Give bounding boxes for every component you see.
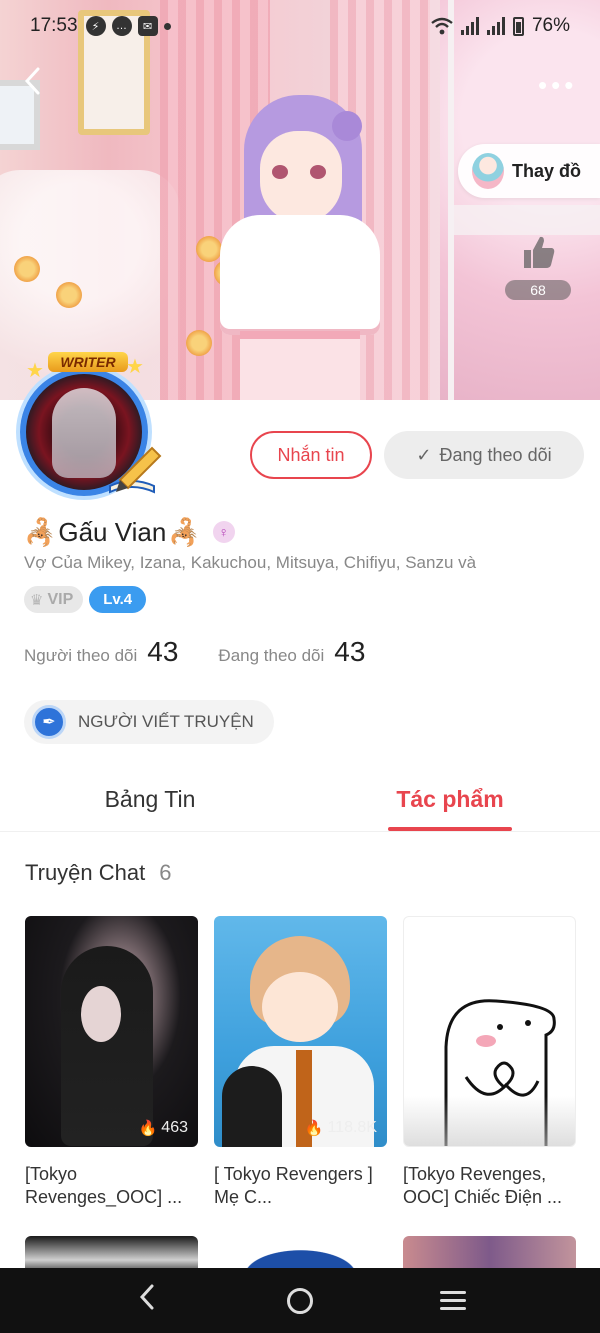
profile-name: Gấu Vian	[58, 516, 167, 547]
chevron-left-icon	[139, 1284, 154, 1309]
nav-home-button[interactable]	[270, 1287, 330, 1314]
check-icon: ✓	[416, 444, 432, 465]
vip-badge[interactable]: ♛ VIP	[24, 586, 84, 613]
messenger-icon: ⚡	[85, 16, 106, 36]
wifi-icon	[431, 17, 453, 35]
section-title: Truyện Chat	[25, 860, 146, 885]
star-icon: ★	[26, 360, 44, 382]
pen-nib-icon: ✒	[32, 705, 66, 739]
home-circle-icon	[286, 1287, 313, 1314]
view-count-value: 463	[161, 1119, 188, 1136]
chevron-left-icon	[24, 67, 40, 95]
following-button-label: Đang theo dõi	[439, 444, 552, 465]
tab-works[interactable]: Tác phẩm	[300, 774, 600, 831]
flower-icon	[56, 282, 82, 308]
crown-icon: ♛	[30, 591, 44, 609]
status-time: 17:53	[30, 15, 78, 36]
role-label: NGƯỜI VIẾT TRUYỆN	[78, 712, 254, 731]
cover-window	[440, 0, 600, 400]
story-title[interactable]: [Tokyo Revenges_OOC] ...	[25, 1163, 198, 1209]
story-title[interactable]: [ Tokyo Revengers ] Mẹ C...	[214, 1163, 387, 1209]
like-button[interactable]: 68	[505, 232, 571, 300]
change-outfit-button[interactable]: Thay đồ	[458, 144, 600, 198]
story-cover[interactable]: 🔥 118.8K	[214, 916, 387, 1147]
story-card[interactable]: 🔥 463 [Tokyo Revenges_OOC] ...	[25, 916, 198, 1209]
like-count: 68	[505, 280, 571, 300]
view-count-value: 118.8K	[327, 1119, 377, 1136]
story-card[interactable]: 🔥 118.8K [ Tokyo Revengers ] Mẹ C...	[214, 916, 387, 1209]
more-button[interactable]: •••	[538, 70, 577, 101]
menu-icon	[440, 1291, 467, 1310]
tab-feed[interactable]: Bảng Tin	[0, 774, 300, 831]
nav-recents-button[interactable]	[423, 1286, 483, 1315]
section-header: Truyện Chat 6	[25, 860, 172, 886]
following-button[interactable]: ✓ Đang theo dõi	[384, 431, 584, 479]
status-bar: 17:53 ⚡ … ✉ 76%	[0, 0, 600, 52]
profile-cover	[0, 0, 600, 400]
signal-icon	[486, 17, 505, 35]
story-grid: 🔥 463 [Tokyo Revenges_OOC] ... 🔥 118.8K …	[25, 916, 577, 1209]
signal-icon	[460, 17, 479, 35]
level-badge[interactable]: Lv.4	[89, 586, 147, 613]
more-dots-icon: •••	[538, 70, 578, 100]
back-button[interactable]	[22, 66, 52, 100]
ghost-doodle-icon	[444, 999, 556, 1146]
flame-icon: 🔥	[304, 1120, 324, 1137]
vip-label: VIP	[47, 590, 74, 608]
story-card[interactable]: [Tokyo Revenges, OOC] Chiếc Điện ...	[403, 916, 576, 1209]
writer-role-badge[interactable]: ✒ NGƯỜI VIẾT TRUYỆN	[24, 700, 274, 744]
flower-icon	[14, 256, 40, 282]
star-icon: ★	[126, 356, 144, 378]
follow-stats: Người theo dõi 43 Đang theo dõi 43	[24, 636, 365, 668]
following-count[interactable]: 43	[334, 636, 365, 668]
system-navigation-bar	[0, 1268, 600, 1333]
avatar-character[interactable]	[200, 95, 400, 400]
message-button[interactable]: Nhắn tin	[250, 431, 372, 479]
profile-badges: ♛ VIP Lv.4	[24, 586, 147, 613]
followers-label[interactable]: Người theo dõi	[24, 646, 137, 666]
view-count: 🔥 463	[139, 1119, 188, 1137]
writer-badge: WRITER	[48, 352, 128, 372]
battery-icon	[512, 16, 524, 36]
nav-back-button[interactable]	[117, 1283, 177, 1319]
battery-percent: 76%	[531, 15, 570, 36]
thumbs-up-icon	[518, 232, 558, 272]
pen-icon	[102, 436, 164, 496]
story-title[interactable]: [Tokyo Revenges, OOC] Chiếc Điện ...	[403, 1163, 576, 1209]
section-count: 6	[159, 860, 172, 885]
story-cover[interactable]: 🔥 463	[25, 916, 198, 1147]
story-cover[interactable]	[403, 916, 576, 1147]
following-label[interactable]: Đang theo dõi	[218, 646, 324, 666]
mail-icon: ✉	[137, 16, 158, 36]
followers-count[interactable]: 43	[147, 636, 178, 668]
outfit-thumbnail	[472, 153, 504, 189]
flame-icon: 🔥	[138, 1120, 158, 1137]
profile-bio[interactable]: Vợ Của Mikey, Izana, Kakuchou, Mitsuya, …	[24, 553, 584, 573]
female-gender-icon: ♀	[212, 521, 235, 543]
profile-name-row: 🦂 Gấu Vian 🦂 ♀	[24, 514, 235, 550]
change-outfit-label: Thay đồ	[512, 160, 582, 181]
view-count: 🔥 118.8K	[305, 1119, 377, 1137]
scorpion-icon: 🦂	[168, 516, 201, 547]
scorpion-icon: 🦂	[24, 516, 57, 547]
notification-dot-icon	[163, 22, 171, 30]
profile-tabs: Bảng Tin Tác phẩm	[0, 774, 600, 832]
profile-avatar[interactable]: WRITER ★ ★	[6, 352, 166, 502]
chat-icon: …	[111, 16, 132, 36]
